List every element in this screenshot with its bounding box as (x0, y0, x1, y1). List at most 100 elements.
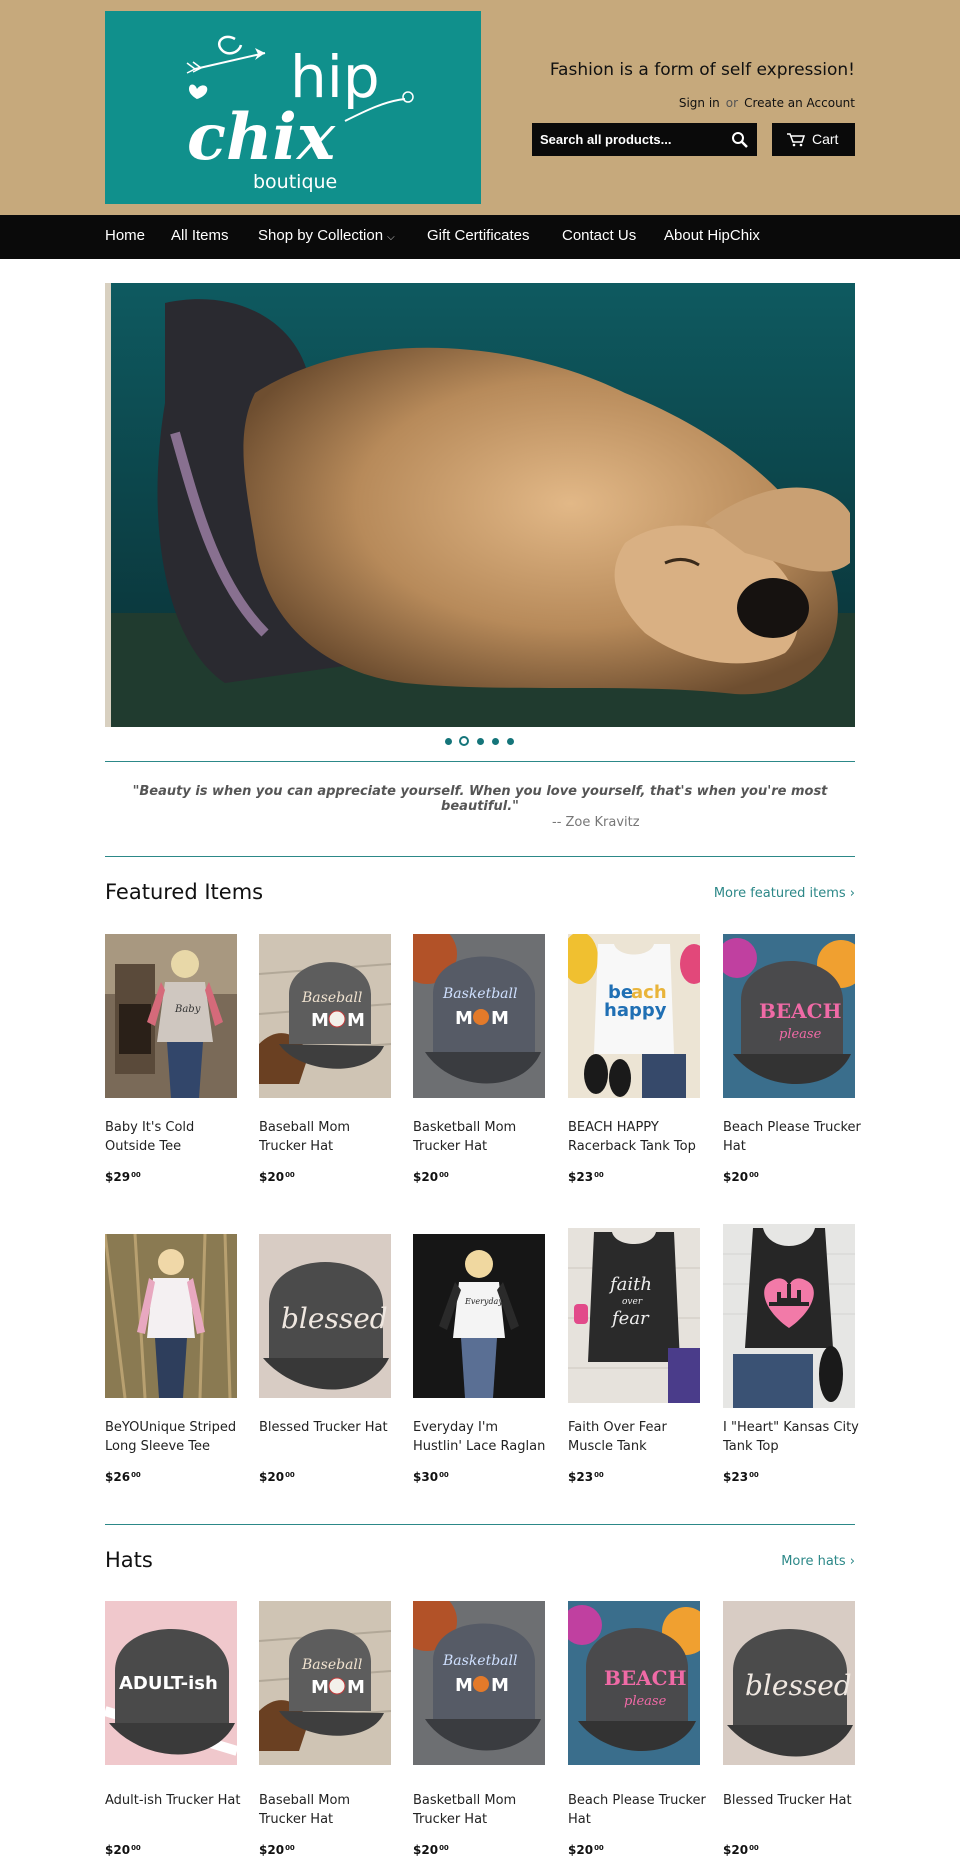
nav-item-all-items[interactable]: All Items (171, 227, 229, 244)
adultish-hat-photo: ADULT-ish (105, 1601, 237, 1765)
product-title[interactable]: Basketball Mom Trucker Hat (413, 1118, 551, 1156)
product-image[interactable]: be ach happy (568, 934, 700, 1098)
svg-text:M: M (347, 1010, 365, 1031)
product-image[interactable]: ADULT-ish (105, 1601, 237, 1765)
search-input[interactable]: Search all products... (532, 123, 757, 156)
beach-please-hat-photo: BEACH please (723, 934, 855, 1098)
price-cents: 00 (594, 1171, 604, 1179)
product-price: $2000 (723, 1170, 759, 1184)
svg-text:M: M (491, 1008, 509, 1029)
svg-text:fear: fear (610, 1308, 650, 1329)
faith-tank-photo: faith over fear (568, 1228, 700, 1403)
product-image[interactable]: faith over fear (568, 1228, 700, 1403)
slider-dot-1[interactable] (445, 738, 452, 745)
sleeping-puppy-photo (105, 283, 855, 727)
store-logo[interactable]: hip chix boutique (105, 11, 481, 204)
product-image[interactable] (723, 1224, 855, 1408)
product-title[interactable]: Everyday I'm Hustlin' Lace Raglan (413, 1418, 551, 1456)
price-cents: 00 (749, 1471, 759, 1479)
price-cents: 00 (439, 1171, 449, 1179)
product-image[interactable]: BEACH please (723, 934, 855, 1098)
product-title[interactable]: Baseball Mom Trucker Hat (259, 1118, 397, 1156)
price-cents: 00 (594, 1471, 604, 1479)
baseball-mom-hat-photo: Baseball MM (259, 934, 391, 1098)
product-image[interactable] (105, 1234, 237, 1398)
divider (105, 1524, 855, 1525)
price-cents: 00 (285, 1471, 295, 1479)
product-title[interactable]: Blessed Trucker Hat (723, 1791, 861, 1810)
price-cents: 00 (749, 1171, 759, 1179)
price-dollars: $20 (105, 1843, 131, 1857)
product-title[interactable]: BeYOUnique Striped Long Sleeve Tee (105, 1418, 243, 1456)
product-title[interactable]: Blessed Trucker Hat (259, 1418, 397, 1437)
sign-in-link[interactable]: Sign in (679, 96, 720, 110)
product-title[interactable]: Baby It's Cold Outside Tee (105, 1118, 243, 1156)
more-featured-link[interactable]: More featured items › (714, 886, 855, 901)
svg-text:M: M (311, 1677, 329, 1698)
woman-raglan-photo: Everyday (413, 1234, 545, 1398)
product-price: $2000 (723, 1843, 759, 1857)
nav-item-shop-by-collection-label: Shop by Collection (258, 227, 384, 244)
product-image[interactable]: Baseball MM (259, 934, 391, 1098)
price-cents: 00 (285, 1171, 295, 1179)
basketball-mom-hat-photo: Basketball MM (413, 1601, 545, 1765)
svg-text:M: M (311, 1010, 329, 1031)
product-image[interactable]: blessed (723, 1601, 855, 1765)
price-dollars: $29 (105, 1170, 131, 1184)
svg-text:Basketball: Basketball (442, 986, 517, 1002)
nav-item-shop-by-collection[interactable]: Shop by Collection ⌵ (258, 227, 395, 244)
woman-tee-photo: Baby (105, 934, 237, 1098)
product-title[interactable]: Basketball Mom Trucker Hat (413, 1791, 551, 1829)
svg-text:please: please (779, 1027, 822, 1042)
product-price: $2300 (723, 1470, 759, 1484)
product-image[interactable]: blessed (259, 1234, 391, 1398)
price-dollars: $26 (105, 1470, 131, 1484)
nav-item-home[interactable]: Home (105, 227, 145, 244)
svg-text:Baseball: Baseball (301, 990, 362, 1006)
slider-dot-5[interactable] (507, 738, 514, 745)
product-image[interactable]: Basketball MM (413, 934, 545, 1098)
nav-item-gift-certificates[interactable]: Gift Certificates (427, 227, 530, 244)
product-title[interactable]: Beach Please Trucker Hat (568, 1791, 706, 1829)
product-title[interactable]: Baseball Mom Trucker Hat (259, 1791, 397, 1829)
svg-text:blessed: blessed (745, 1669, 852, 1702)
svg-text:happy: happy (604, 1000, 667, 1021)
cart-icon (787, 133, 805, 147)
nav-item-contact-us[interactable]: Contact Us (562, 227, 636, 244)
search-placeholder: Search all products... (540, 132, 672, 147)
blessed-hat-photo: blessed (723, 1601, 855, 1765)
price-dollars: $20 (259, 1470, 285, 1484)
more-hats-link[interactable]: More hats › (781, 1554, 855, 1569)
product-image[interactable]: Baseball MM (259, 1601, 391, 1765)
cart-button[interactable]: Cart (772, 123, 855, 156)
product-image[interactable]: BEACH please (568, 1601, 700, 1765)
product-price: $2000 (259, 1170, 295, 1184)
create-account-link[interactable]: Create an Account (744, 96, 855, 110)
nav-item-about[interactable]: About HipChix (664, 227, 760, 244)
product-title[interactable]: Faith Over Fear Muscle Tank (568, 1418, 706, 1456)
price-dollars: $20 (723, 1170, 749, 1184)
chevron-down-icon: ⌵ (387, 232, 395, 243)
product-image[interactable]: Baby (105, 934, 237, 1098)
product-title[interactable]: BEACH HAPPY Racerback Tank Top (568, 1118, 706, 1156)
baseball-mom-hat-photo: Baseball MM (259, 1601, 391, 1765)
svg-text:M: M (347, 1677, 365, 1698)
price-cents: 00 (131, 1471, 141, 1479)
hats-section-title: Hats (105, 1548, 153, 1572)
product-title[interactable]: Beach Please Trucker Hat (723, 1118, 861, 1156)
slider-dot-4[interactable] (492, 738, 499, 745)
svg-text:Everyday: Everyday (464, 1297, 503, 1306)
slider-dot-2[interactable] (459, 736, 469, 746)
price-dollars: $20 (413, 1170, 439, 1184)
beach-happy-tank-photo: beach happy (568, 934, 700, 1098)
price-dollars: $20 (413, 1843, 439, 1857)
price-dollars: $20 (723, 1843, 749, 1857)
hero-slide-image[interactable] (105, 283, 855, 727)
search-icon[interactable] (731, 131, 749, 149)
product-title[interactable]: Adult-ish Trucker Hat (105, 1791, 243, 1810)
slider-dot-3[interactable] (477, 738, 484, 745)
product-image[interactable]: Everyday (413, 1234, 545, 1398)
price-dollars: $23 (723, 1470, 749, 1484)
product-image[interactable]: Basketball MM (413, 1601, 545, 1765)
product-title[interactable]: I "Heart" Kansas City Tank Top (723, 1418, 861, 1456)
